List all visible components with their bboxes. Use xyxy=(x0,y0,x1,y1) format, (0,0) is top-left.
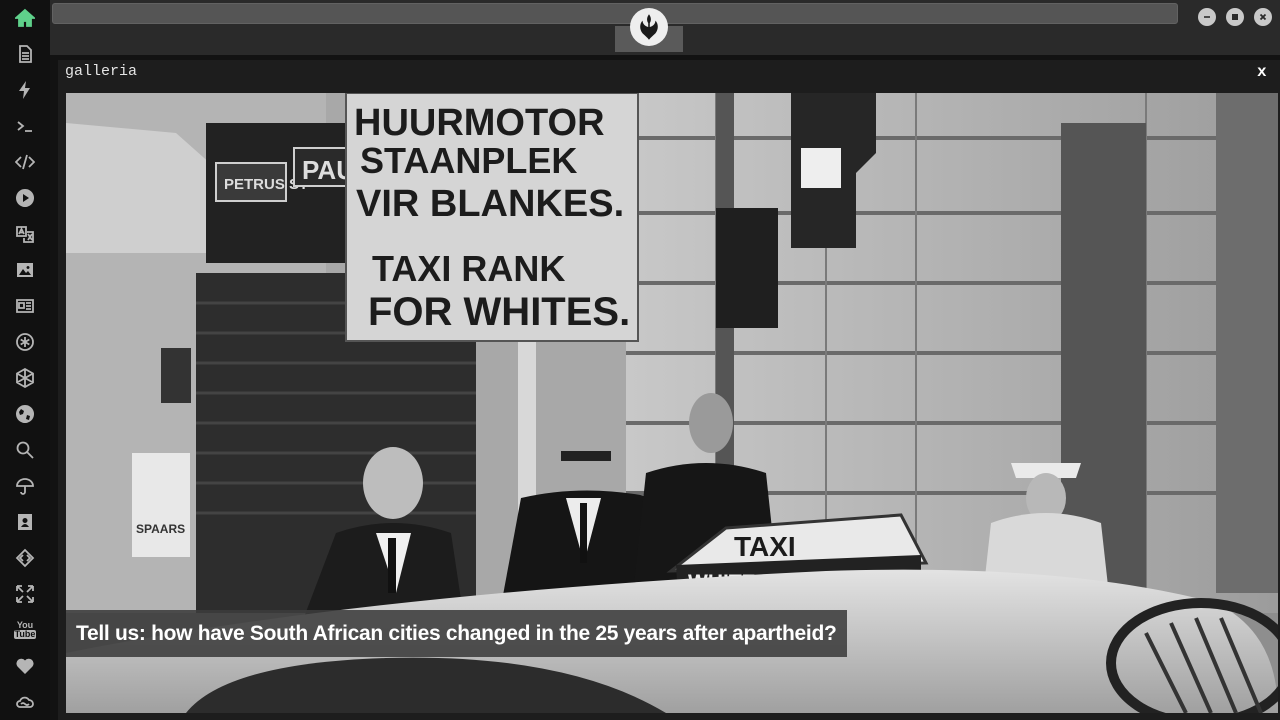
heart-icon[interactable] xyxy=(13,654,37,678)
umbrella-icon[interactable] xyxy=(13,474,37,498)
terminal-icon[interactable] xyxy=(13,114,37,138)
svg-text:VIR BLANKES.: VIR BLANKES. xyxy=(356,183,624,225)
photo-caption: Tell us: how have South African cities c… xyxy=(66,610,847,657)
panel-title: galleria xyxy=(65,63,138,80)
sidebar: You Tube xyxy=(0,0,50,720)
minimize-icon[interactable] xyxy=(1198,8,1216,26)
panel-close-button[interactable]: x xyxy=(1257,63,1267,81)
top-bar xyxy=(50,0,1280,55)
image-icon[interactable] xyxy=(13,258,37,282)
globe-icon[interactable] xyxy=(13,402,37,426)
close-icon[interactable] xyxy=(1254,8,1272,26)
hexagon-icon[interactable] xyxy=(13,366,37,390)
document-icon[interactable] xyxy=(13,42,37,66)
lightning-icon[interactable] xyxy=(13,78,37,102)
caption-text: Tell us: how have South African cities c… xyxy=(76,621,837,645)
expand-icon[interactable] xyxy=(13,582,37,606)
translate-icon[interactable] xyxy=(13,222,37,246)
maximize-icon[interactable] xyxy=(1226,8,1244,26)
svg-text:FOR WHITES.: FOR WHITES. xyxy=(368,290,630,334)
svg-text:HUURMOTOR: HUURMOTOR xyxy=(354,102,605,144)
svg-text:TAXI RANK: TAXI RANK xyxy=(372,248,565,289)
code-icon[interactable] xyxy=(13,150,37,174)
newspaper-icon[interactable] xyxy=(13,294,37,318)
apartheid-sign: HUURMOTOR STAANPLEK VIR BLANKES. TAXI RA… xyxy=(354,102,630,334)
play-icon[interactable] xyxy=(13,186,37,210)
infinity-cloud-icon[interactable] xyxy=(13,690,37,714)
home-icon[interactable] xyxy=(13,6,37,30)
rebel-alliance-icon[interactable] xyxy=(630,8,668,46)
taxi-sign-line1: TAXI xyxy=(734,531,796,562)
address-bar[interactable] xyxy=(52,3,1178,24)
search-icon[interactable] xyxy=(13,438,37,462)
poster-text: SPAARS xyxy=(136,522,185,536)
embed-code-icon[interactable] xyxy=(13,546,37,570)
svg-text:STAANPLEK: STAANPLEK xyxy=(360,140,577,181)
youtube-icon[interactable]: You Tube xyxy=(13,618,37,642)
contact-card-icon[interactable] xyxy=(13,510,37,534)
asterisk-circle-icon[interactable] xyxy=(13,330,37,354)
